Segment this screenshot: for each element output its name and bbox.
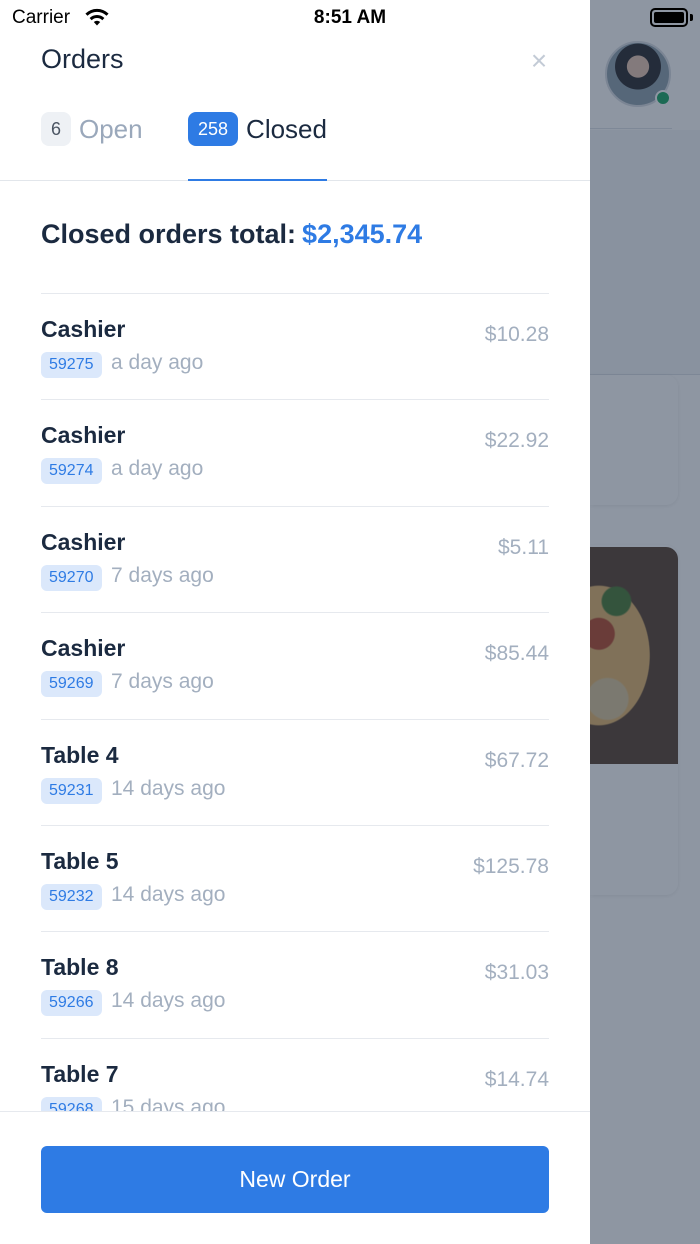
drawer-footer: New Order [0,1111,590,1244]
order-time: 14 days ago [111,989,226,1013]
open-count-badge: 6 [41,112,71,146]
order-tabs: 6 Open 258 Closed [0,100,590,181]
tab-closed[interactable]: 258 Closed [188,112,327,181]
list-item[interactable]: Table 8 59266 14 days ago $31.03 [41,931,549,1037]
order-id-badge: 59231 [41,777,102,804]
battery-cap [690,14,693,21]
closed-orders-total: Closed orders total: $2,345.74 [41,219,422,250]
order-amount: $125.78 [473,854,549,878]
order-id-badge: 59232 [41,883,102,910]
list-item[interactable]: Cashier 59275 a day ago $10.28 [41,293,549,399]
list-item[interactable]: Cashier 59274 a day ago $22.92 [41,399,549,505]
tab-closed-label: Closed [246,114,327,144]
order-amount: $22.92 [484,429,549,453]
order-name: Cashier [41,422,126,449]
order-time: 14 days ago [111,882,226,906]
order-name: Table 5 [41,847,119,874]
order-id-badge: 59268 [41,1096,102,1111]
order-name: Table 4 [41,741,119,768]
order-time: 7 days ago [111,563,214,587]
order-amount: $85.44 [484,642,549,666]
list-item[interactable]: Cashier 59270 7 days ago $5.11 [41,505,549,612]
closed-count-badge: 258 [188,112,239,146]
order-time: 14 days ago [111,776,226,800]
order-name: Table 7 [41,1060,119,1087]
list-item[interactable]: Table 4 59231 14 days ago $67.72 [41,718,549,825]
order-id-badge: 59275 [41,352,102,378]
orders-drawer: Orders × 6 Open 258 Closed Closed orders… [0,0,590,1244]
battery-icon [650,8,688,27]
total-amount: $2,345.74 [302,219,423,249]
order-time: 15 days ago [111,1095,226,1111]
list-item[interactable]: Table 5 59232 14 days ago $125.78 [41,824,549,931]
order-id-badge: 59274 [41,458,102,485]
list-item[interactable]: Table 7 59268 15 days ago $14.74 [41,1037,549,1111]
order-id-badge: 59269 [41,671,102,698]
order-amount: $14.74 [484,1067,549,1091]
order-name: Table 8 [41,954,119,981]
order-id-badge: 59266 [41,990,102,1017]
order-id-badge: 59270 [41,564,102,591]
total-label: Closed orders total: [41,219,297,249]
close-icon[interactable]: × [526,47,552,75]
order-time: a day ago [111,351,204,374]
order-time: a day ago [111,457,204,481]
order-name: Cashier [41,316,126,342]
order-amount: $10.28 [484,323,549,346]
order-amount: $67.72 [484,748,549,772]
order-list[interactable]: Cashier 59275 a day ago $10.28 Cashier 5… [41,293,549,1111]
clock: 8:51 AM [313,7,387,28]
tab-open-label: Open [79,114,143,144]
order-name: Cashier [41,635,126,662]
list-item[interactable]: Cashier 59269 7 days ago $85.44 [41,612,549,718]
new-order-button[interactable]: New Order [41,1146,549,1213]
order-amount: $31.03 [484,961,549,985]
tab-open[interactable]: 6 Open [41,112,143,180]
drawer-title: Orders [41,44,124,74]
status-bar: Carrier 8:51 AM [0,0,700,36]
order-time: 7 days ago [111,670,214,694]
order-name: Cashier [41,528,126,555]
order-amount: $5.11 [498,535,549,559]
